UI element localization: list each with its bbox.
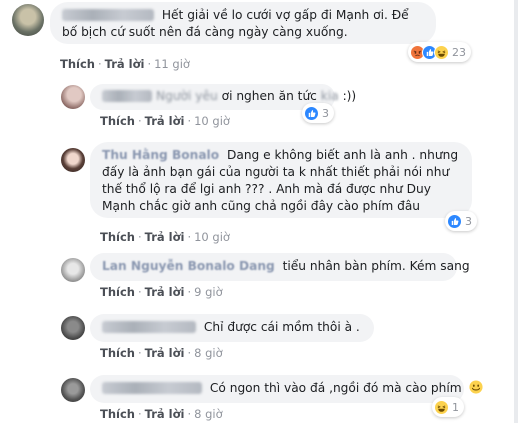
reply-button[interactable]: Trả lời [145, 346, 185, 360]
reaction-count: 3 [465, 214, 472, 228]
comment-bubble: Thu Hằng Bonalo Dang e không biết anh là… [90, 142, 472, 218]
reaction-count: 1 [452, 400, 459, 414]
comment-actions: Thích · Trả lời · 8 giờ [100, 346, 223, 360]
like-button[interactable]: Thích [60, 57, 95, 71]
comment-text: Chỉ được cái mồm thôi à . [203, 320, 360, 334]
timestamp[interactable]: 10 giờ [194, 230, 230, 244]
reply-button[interactable]: Trả lời [145, 285, 185, 299]
reaction-summary[interactable]: 23 [408, 42, 471, 62]
comment-actions: Thích · Trả lời · 8 giờ [100, 407, 223, 421]
timestamp[interactable]: 8 giờ [194, 346, 223, 360]
timestamp[interactable]: 8 giờ [194, 407, 223, 421]
blurred-text: Người yêu [156, 89, 218, 103]
reply-button[interactable]: Trả lời [145, 407, 185, 421]
like-icon [304, 105, 319, 121]
author-name[interactable] [62, 9, 154, 21]
comment-bubble: Người yêu ơi nghen ăn tức kia :)) [90, 84, 356, 110]
haha-icon [434, 44, 449, 60]
author-name[interactable] [102, 90, 152, 102]
reaction-count: 23 [452, 45, 466, 59]
avatar[interactable] [12, 4, 44, 36]
comment-bubble: Hết giải về lo cưới vợ gấp đi Mạnh ơi. Đ… [50, 2, 436, 44]
avatar[interactable] [61, 148, 85, 172]
comment-bubble: Chỉ được cái mồm thôi à . [90, 314, 374, 342]
author-name[interactable]: Lan Nguyễn Bonalo Dang [102, 259, 275, 273]
reaction-count: 3 [322, 106, 329, 120]
timestamp[interactable]: 11 giờ [154, 57, 190, 71]
comment-text-tail: :)) [342, 89, 357, 103]
smile-emoji-icon [468, 380, 483, 394]
comment-actions: Thích · Trả lời · 10 giờ [100, 230, 230, 244]
comment-text: Có ngon thì vào đá ,ngồi đó mà cào phím [209, 381, 462, 395]
reaction-summary[interactable]: 3 [302, 103, 334, 123]
avatar[interactable] [61, 85, 85, 109]
author-name[interactable] [102, 382, 202, 394]
reply-button[interactable]: Trả lời [105, 57, 145, 71]
author-name[interactable]: Thu Hằng Bonalo [102, 148, 219, 162]
reply-button[interactable]: Trả lời [145, 114, 185, 128]
haha-icon [434, 399, 449, 415]
like-button[interactable]: Thích [100, 285, 135, 299]
scrollbar[interactable] [514, 0, 518, 423]
timestamp[interactable]: 9 giờ [194, 285, 223, 299]
like-button[interactable]: Thích [100, 114, 135, 128]
timestamp[interactable]: 10 giờ [194, 114, 230, 128]
comment-bubble: Lan Nguyễn Bonalo Dang tiểu nhân bàn phí… [90, 253, 470, 281]
reaction-summary[interactable]: 1 [432, 397, 464, 417]
comment-text: tiểu nhân bàn phím. Kém sang [282, 259, 470, 273]
avatar[interactable] [61, 316, 85, 340]
avatar[interactable] [61, 258, 85, 282]
comment-text: ơi nghen ăn tức [221, 89, 317, 103]
reply-button[interactable]: Trả lời [145, 230, 185, 244]
avatar[interactable] [61, 378, 85, 402]
comment-actions: Thích · Trả lời · 11 giờ [60, 57, 190, 71]
like-button[interactable]: Thích [100, 230, 135, 244]
reaction-summary[interactable]: 3 [445, 211, 477, 231]
author-name[interactable] [102, 321, 196, 333]
comment-actions: Thích · Trả lời · 10 giờ [100, 114, 230, 128]
like-button[interactable]: Thích [100, 407, 135, 421]
blurred-text: kia [320, 89, 339, 103]
comment-bubble: Có ngon thì vào đá ,ngồi đó mà cào phím [90, 375, 483, 403]
like-button[interactable]: Thích [100, 346, 135, 360]
comment-actions: Thích · Trả lời · 9 giờ [100, 285, 223, 299]
like-icon [447, 213, 462, 229]
